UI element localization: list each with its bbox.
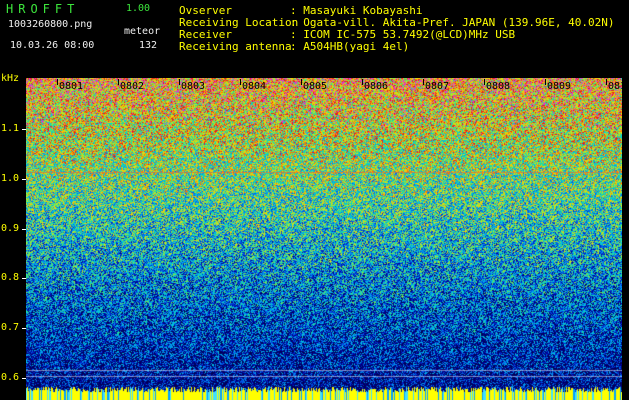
x-tick-mark — [545, 79, 546, 85]
info-value-receiver: : ICOM IC-575 53.7492(@LCD)MHz USB — [290, 28, 516, 41]
x-tick-label: 0803 — [181, 81, 206, 92]
spectrogram-panel — [26, 78, 622, 400]
info-value-antenna: : A504HB(yagi 4el) — [290, 40, 410, 53]
y-tick-label: 0.8 — [1, 272, 20, 283]
meteor-label: meteor — [124, 26, 161, 37]
x-tick-mark — [301, 79, 302, 85]
app-version: 1.00 — [126, 3, 151, 14]
x-tick-mark — [606, 79, 607, 85]
y-tick-mark — [22, 179, 26, 180]
spectrogram-image — [26, 78, 622, 400]
x-tick-label: 0807 — [425, 81, 450, 92]
info-value-observer: : Masayuki Kobayashi — [290, 4, 423, 17]
datetime: 10.03.26 08:00 — [10, 40, 95, 51]
x-tick-label: 0804 — [242, 81, 267, 92]
info-value-location: : Ogata-vill. Akita-Pref. JAPAN (139.96E… — [290, 16, 615, 29]
info-key-location: Receiving Location — [179, 16, 299, 29]
x-tick-label: 0806 — [364, 81, 389, 92]
x-tick-mark — [240, 79, 241, 85]
filename: 1003260800.png — [8, 19, 93, 30]
y-tick-mark — [22, 278, 26, 279]
x-tick-mark — [118, 79, 119, 85]
y-tick-mark — [22, 328, 26, 329]
y-axis-unit: kHz — [1, 73, 20, 84]
x-tick-mark — [484, 79, 485, 85]
y-tick-label: 0.6 — [1, 372, 20, 383]
x-tick-label: 0808 — [486, 81, 511, 92]
y-tick-label: 1.0 — [1, 173, 20, 184]
y-tick-label: 0.9 — [1, 223, 20, 234]
x-tick-mark — [179, 79, 180, 85]
x-tick-mark — [423, 79, 424, 85]
info-key-antenna: Receiving antenna — [179, 40, 292, 53]
x-tick-label: 0801 — [59, 81, 84, 92]
x-tick-label: 0810 — [608, 81, 629, 92]
x-tick-mark — [57, 79, 58, 85]
info-key-receiver: Receiver — [179, 28, 232, 41]
y-tick-label: 1.1 — [1, 123, 20, 134]
y-tick-mark — [22, 129, 26, 130]
x-tick-mark — [362, 79, 363, 85]
x-tick-label: 0802 — [120, 81, 145, 92]
meteor-count: 132 — [139, 40, 158, 51]
x-tick-label: 0805 — [303, 81, 328, 92]
y-tick-mark — [22, 229, 26, 230]
y-tick-label: 0.7 — [1, 322, 20, 333]
y-tick-mark — [22, 378, 26, 379]
info-key-observer: Ovserver — [179, 4, 232, 17]
x-tick-label: 0809 — [547, 81, 572, 92]
app-name: HROFFT — [6, 2, 80, 16]
